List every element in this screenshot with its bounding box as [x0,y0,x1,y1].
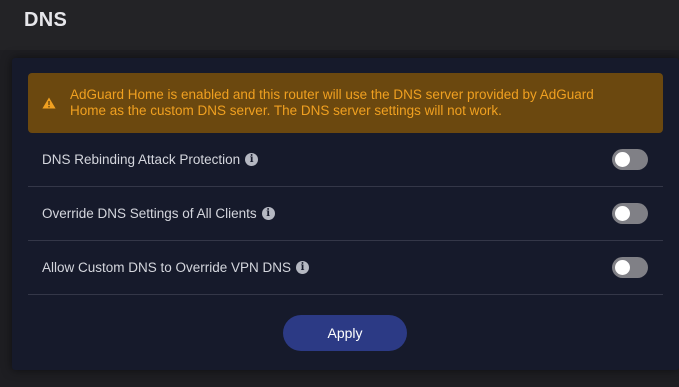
setting-row-override-dns: Override DNS Settings of All Clients i [28,187,663,241]
toggle-knob [615,152,630,167]
setting-row-custom-dns-vpn: Allow Custom DNS to Override VPN DNS i [28,241,663,295]
page-title: DNS [24,9,68,31]
setting-label: Allow Custom DNS to Override VPN DNS i [42,260,310,275]
custom-dns-vpn-label: Allow Custom DNS to Override VPN DNS [42,260,292,275]
page-header: DNS [0,0,679,50]
alert-message: AdGuard Home is enabled and this router … [70,87,594,118]
toggle-knob [615,260,630,275]
apply-button[interactable]: Apply [283,315,407,351]
setting-label: DNS Rebinding Attack Protection i [42,152,259,167]
warning-icon [40,97,58,109]
custom-dns-vpn-toggle[interactable] [612,257,648,278]
override-dns-toggle[interactable] [612,203,648,224]
info-icon[interactable]: i [296,261,310,274]
dns-rebinding-toggle[interactable] [612,149,648,170]
setting-row-dns-rebinding: DNS Rebinding Attack Protection i [28,133,663,187]
adguard-warning-alert: AdGuard Home is enabled and this router … [28,73,663,133]
dns-rebinding-label: DNS Rebinding Attack Protection [42,152,241,167]
dns-settings-card: AdGuard Home is enabled and this router … [12,58,679,370]
info-icon[interactable]: i [245,153,259,166]
info-icon[interactable]: i [261,207,275,220]
setting-label: Override DNS Settings of All Clients i [42,206,275,221]
toggle-knob [615,206,630,221]
override-dns-label: Override DNS Settings of All Clients [42,206,257,221]
